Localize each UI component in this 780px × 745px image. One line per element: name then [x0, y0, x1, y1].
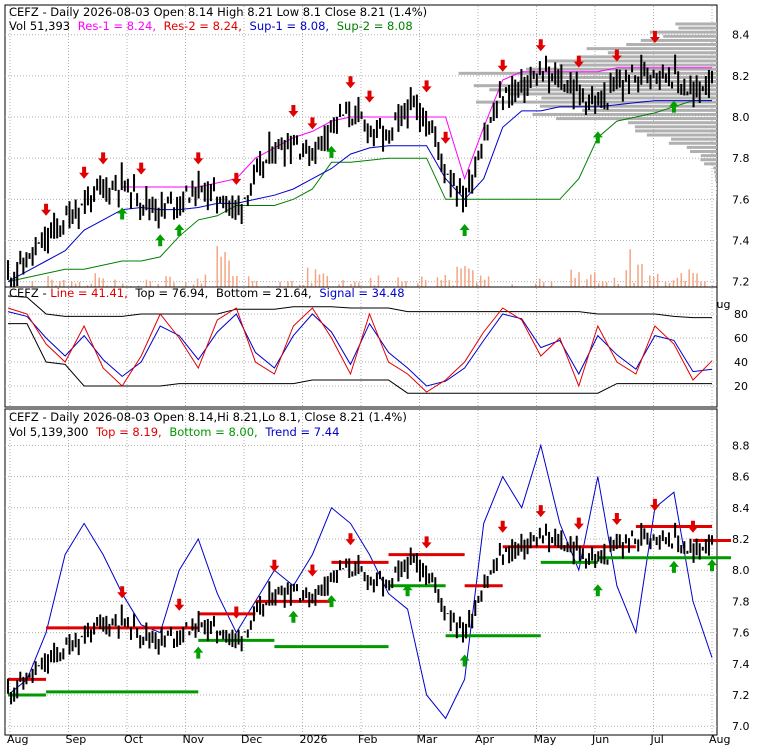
- trend-x-tick: Oct: [124, 733, 144, 745]
- trend-x-tick: Aug: [7, 733, 28, 745]
- trend-x-tick: 2026: [300, 733, 328, 745]
- volume-profile-bar: [649, 30, 717, 34]
- sup2-label: Sup-2 = 8.08: [337, 19, 413, 33]
- volume-profile-bar: [715, 178, 717, 182]
- trend-x-tick: Apr: [475, 733, 495, 745]
- stock-chart: 7.27.47.67.88.08.28.4 AugSepOctNovDec202…: [4, 4, 750, 745]
- oscillator-panel-frame: [4, 286, 718, 408]
- trend-y-tick: 8.8: [732, 439, 750, 452]
- volume-profile-bar: [532, 112, 717, 116]
- volume-profile-bar: [582, 108, 717, 112]
- osc-y-tick: 60: [734, 332, 748, 345]
- volume-profile-bar: [646, 133, 717, 137]
- trend-y-tick: 7.0: [732, 720, 750, 733]
- volume-profile-bar: [541, 96, 717, 100]
- sup1-label: Sup-1 = 8.08,: [250, 19, 330, 33]
- trend-y-tick: 7.8: [732, 595, 750, 608]
- trend-x-tick: Mar: [417, 733, 438, 745]
- trend-y-tick: 8.4: [732, 502, 750, 515]
- price-title: CEFZ - Daily 2026-08-03 Open 8.14 High 8…: [9, 5, 427, 19]
- trend-bottom-label: Bottom = 8.00,: [169, 425, 257, 439]
- trend-y-tick: 8.6: [732, 471, 750, 484]
- oscillator-legend: CEFZ - Line = 41.41, Top = 76.94, Bottom…: [9, 286, 405, 300]
- res1-label: Res-1 = 8.24,: [78, 19, 156, 33]
- volume-profile-bar: [704, 162, 717, 166]
- osc-y-tick: 20: [734, 380, 748, 393]
- trend-y-tick: 7.2: [732, 689, 750, 702]
- volume-profile-bar: [668, 141, 717, 145]
- volume-profile-bar: [716, 182, 717, 186]
- trend-y-axis: 7.0 7.2 7.4 7.6 7.8 8.0 8.2 8.4 8.6 8.8: [732, 439, 750, 733]
- price-y-tick: 8.4: [732, 29, 750, 42]
- res2-label: Res-2 = 8.24,: [164, 19, 242, 33]
- trend-y-tick: 8.0: [732, 564, 750, 577]
- volume-profile-bar: [663, 34, 717, 38]
- trend-x-tick: Feb: [358, 733, 377, 745]
- trend-x-tick: Jun: [591, 733, 609, 745]
- price-panel: 7.27.47.67.88.08.28.4 AugSepOctNovDec202…: [4, 4, 750, 311]
- osc-bottom-label: Bottom = 21.64,: [216, 286, 312, 300]
- osc-y-tick: 40: [734, 356, 748, 369]
- volume-profile-bar: [716, 187, 717, 191]
- trend-panel: 7.0 7.2 7.4 7.6 7.8 8.0 8.2 8.4 8.6 8.8 Aug Sep Oct…: [4, 408, 750, 745]
- volume-label: Vol 51,393: [9, 19, 70, 33]
- trend-y-tick: 8.2: [732, 533, 750, 546]
- volume-profile-bar: [559, 63, 717, 67]
- volume-profile-bar: [509, 92, 717, 96]
- volume-profile-bar: [626, 43, 717, 47]
- price-y-tick: 7.4: [732, 234, 750, 247]
- trend-top-label: Top = 8.19,: [95, 425, 162, 439]
- volume-profile-bar: [714, 170, 717, 174]
- trend-x-tick: Jul: [650, 733, 664, 745]
- price-y-tick: 7.2: [732, 276, 750, 289]
- trend-trend-label: Trend = 7.44: [264, 425, 339, 439]
- volume-profile-bar: [634, 125, 717, 129]
- volume-profile-bar: [546, 59, 717, 63]
- osc-y-tick: 80: [734, 308, 748, 321]
- volume-profile-bar: [690, 150, 717, 153]
- volume-profile-bar: [700, 154, 717, 158]
- osc-line-label: Line = 41.41,: [50, 286, 128, 300]
- trend-y-tick: 7.6: [732, 627, 750, 640]
- trend-x-tick: May: [534, 733, 557, 745]
- trend-x-tick: Dec: [241, 733, 262, 745]
- osc-signal-label: Signal = 34.48: [319, 286, 404, 300]
- volume-profile-bar: [586, 47, 717, 51]
- volume-profile-bar: [713, 166, 717, 170]
- osc-top-label: Top = 76.94,: [134, 286, 208, 300]
- volume-profile-bar: [556, 117, 717, 121]
- price-y-axis: 7.2 7.4 7.6 7.8 8.0 8.2 8.4: [732, 29, 750, 289]
- oscillator-panel: 20 40 60 80 CEFZ - Line = 41.41, Top = 76.9…: [4, 286, 748, 408]
- trend-title: CEFZ - Daily 2026-08-03 Open 8.14,Hi 8.2…: [9, 410, 407, 424]
- trend-volume-label: Vol 5,139,300: [9, 425, 88, 439]
- price-y-tick: 8.0: [732, 111, 750, 124]
- volume-profile-bar: [678, 26, 717, 30]
- trend-x-tick: Sep: [66, 733, 87, 745]
- trend-y-tick: 7.4: [732, 658, 750, 671]
- price-y-tick: 7.8: [732, 152, 750, 165]
- volume-profile-bar: [607, 51, 717, 55]
- price-legend: Vol 51,393 Res-1 = 8.24, Res-2 = 8.24, S…: [9, 19, 413, 33]
- volume-profile-bar: [714, 174, 717, 178]
- volume-profile-bar: [628, 121, 717, 125]
- volume-profile-bar: [489, 88, 717, 92]
- price-y-tick: 7.6: [732, 193, 750, 206]
- volume-profile-bar: [686, 145, 717, 149]
- volume-profile-bar: [635, 129, 717, 133]
- trend-legend: Vol 5,139,300 Top = 8.19, Bottom = 8.00,…: [9, 425, 339, 439]
- volume-profile-bar: [700, 158, 717, 162]
- trend-x-tick: Nov: [183, 733, 205, 745]
- volume-profile-bar: [675, 22, 717, 26]
- volume-profile-bar: [671, 137, 717, 141]
- volume-profile-bar: [580, 55, 717, 59]
- oscillator-y-axis: 20 40 60 80: [734, 308, 748, 393]
- osc-symbol-label: CEFZ -: [9, 286, 50, 300]
- trend-x-tick: Aug: [709, 733, 730, 745]
- price-y-tick: 8.2: [732, 70, 750, 83]
